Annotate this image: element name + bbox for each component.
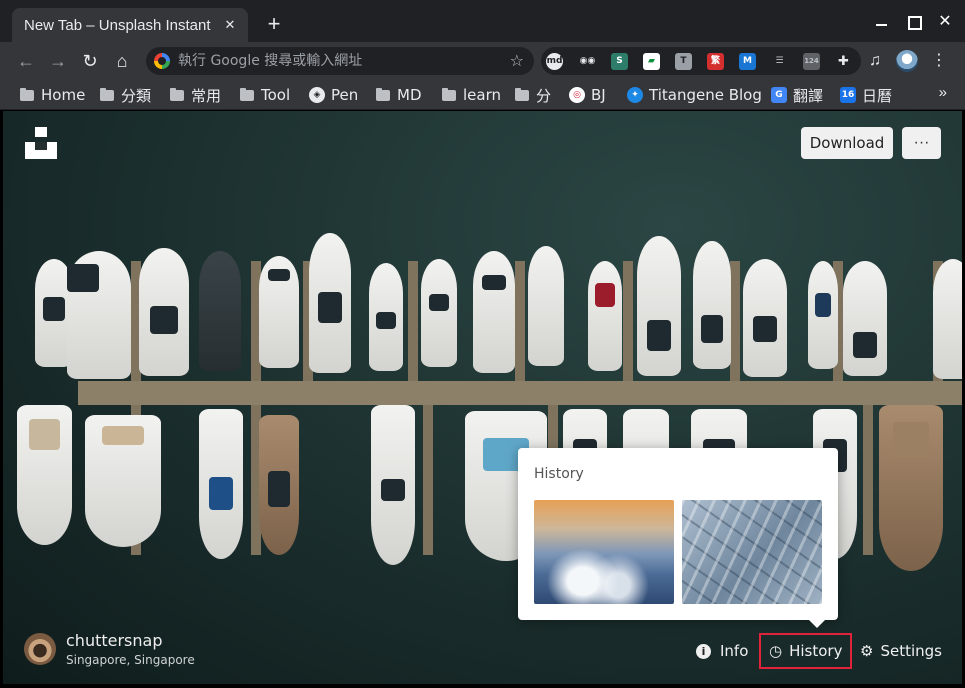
folder-icon — [240, 87, 254, 101]
window-close-icon[interactable]: ✕ — [935, 12, 955, 32]
folder-icon — [100, 87, 114, 101]
bookmark-titangene-blog[interactable]: ✦ Titangene Blog — [627, 85, 762, 105]
calendar-icon: 16 — [840, 87, 856, 103]
back-arrow-icon[interactable]: ← — [14, 49, 38, 73]
folder-icon — [442, 87, 456, 101]
info-button[interactable]: i Info — [696, 633, 748, 669]
bookmark-pen[interactable]: ◈ Pen — [309, 85, 358, 105]
bookmark-home[interactable]: Home — [20, 85, 85, 105]
reload-icon[interactable]: ↻ — [78, 49, 102, 73]
tab-close-icon[interactable]: ✕ — [220, 15, 240, 35]
maximize-icon[interactable] — [903, 12, 923, 32]
translate-extension-icon[interactable]: T — [675, 53, 692, 70]
codepen-icon: ◈ — [309, 87, 325, 103]
info-icon: i — [696, 643, 711, 659]
target-icon: ◎ — [569, 87, 585, 103]
minimize-icon[interactable] — [871, 12, 891, 32]
title-bar: New Tab – Unsplash Instant ✕ + ✕ — [0, 0, 965, 42]
forward-arrow-icon[interactable]: → — [46, 49, 70, 73]
bookmark-calendar[interactable]: 16 日曆 — [840, 85, 892, 105]
menu-kebab-icon[interactable]: ⋮ — [928, 50, 950, 72]
gear-icon: ⚙ — [860, 642, 874, 660]
google-translate-icon: G — [771, 87, 787, 103]
download-button[interactable]: Download — [801, 127, 893, 159]
profile-avatar[interactable] — [896, 50, 918, 72]
counter-extension-icon[interactable]: 124 — [803, 53, 820, 70]
home-icon[interactable]: ⌂ — [110, 49, 134, 73]
list-extension-icon[interactable]: ☰ — [771, 53, 788, 70]
address-input[interactable] — [178, 51, 498, 71]
bookmark-categories[interactable]: 分類 — [100, 85, 151, 105]
bookmark-translate[interactable]: G 翻譯 — [771, 85, 823, 105]
eyes-extension-icon[interactable]: ◉◉ — [579, 53, 596, 70]
bookmark-common[interactable]: 常用 — [170, 85, 221, 105]
bookmark-md[interactable]: MD — [376, 85, 422, 105]
more-options-button[interactable]: ··· — [902, 127, 941, 159]
bookmarks-bar: Home 分類 常用 Tool ◈ Pen MD learn 分 ◎ BJ ✦ Tit… — [0, 80, 965, 110]
tab-unsplash-instant[interactable]: New Tab – Unsplash Instant ✕ — [12, 8, 248, 42]
settings-button[interactable]: ⚙ Settings — [860, 633, 942, 669]
google-icon — [154, 53, 170, 69]
browser-toolbar: ← → ↻ ⌂ ☆ md ◉◉ S ▰ T 繁 M ☰ 124 ✚ ♫ ⋮ — [0, 42, 965, 80]
media-queue-icon[interactable]: ♫ — [864, 50, 886, 72]
folder-icon — [170, 87, 184, 101]
photographer-name[interactable]: chuttersnap — [66, 631, 162, 650]
folder-icon — [376, 87, 390, 101]
folder-icon — [20, 87, 34, 101]
history-thumbnail-ice[interactable] — [682, 500, 822, 604]
history-clock-icon: ◷ — [769, 642, 783, 660]
bookmark-learn[interactable]: learn — [442, 85, 501, 105]
photographer-avatar — [24, 633, 56, 665]
history-popup-title: History — [534, 466, 584, 482]
history-thumbnail-clouds[interactable] — [534, 500, 674, 604]
unsplash-page: Download ··· History chuttersnap Singapo… — [3, 111, 962, 684]
extensions-area: md ◉◉ S ▰ T 繁 M ☰ 124 ✚ — [541, 47, 861, 75]
bookmarks-overflow-icon[interactable]: » — [939, 84, 947, 101]
titangene-icon: ✦ — [627, 87, 643, 103]
s-extension-icon[interactable]: S — [611, 53, 628, 70]
unsplash-logo[interactable] — [25, 127, 57, 159]
traditional-chinese-extension-icon[interactable]: 繁 — [707, 53, 724, 70]
photo-location: Singapore, Singapore — [66, 653, 195, 667]
md-extension-icon[interactable]: md — [546, 53, 563, 70]
flag-extension-icon[interactable]: ▰ — [643, 53, 660, 70]
bookmark-star-icon[interactable]: ☆ — [510, 51, 524, 71]
history-popup: History — [518, 448, 838, 628]
m-extension-icon[interactable]: M — [739, 53, 756, 70]
puzzle-extensions-icon[interactable]: ✚ — [835, 53, 852, 70]
bookmark-bj[interactable]: ◎ BJ — [569, 85, 606, 105]
tab-title: New Tab – Unsplash Instant — [24, 17, 211, 34]
bookmark-tool[interactable]: Tool — [240, 85, 290, 105]
omnibox[interactable]: ☆ — [146, 47, 534, 75]
bookmark-fen[interactable]: 分 — [515, 85, 551, 105]
pier — [78, 381, 962, 405]
folder-icon — [515, 87, 529, 101]
new-tab-button[interactable]: + — [262, 12, 286, 36]
history-button[interactable]: ◷ History — [759, 633, 853, 669]
